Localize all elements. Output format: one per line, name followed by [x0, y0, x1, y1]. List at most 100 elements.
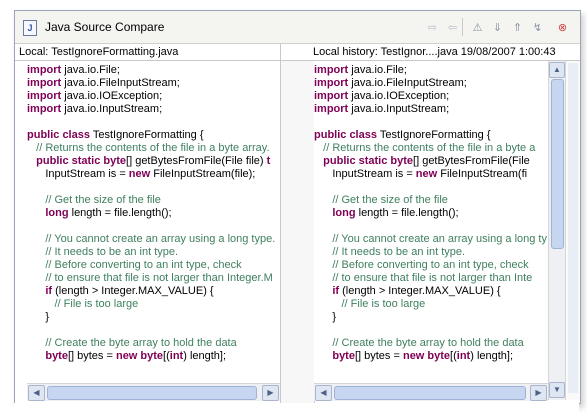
code-line[interactable]: // Get the size of the file — [314, 194, 548, 207]
code-line[interactable]: } — [314, 311, 548, 324]
next-difference-icon[interactable]: ⇓ — [488, 19, 507, 37]
code-line[interactable]: long length = file.length(); — [314, 207, 548, 220]
code-token: ) length]; — [183, 350, 227, 362]
code-line[interactable]: import java.io.FileInputStream; — [27, 77, 280, 90]
code-line[interactable]: // File is too large — [314, 298, 548, 311]
code-line[interactable]: InputStream is = new FileInputStream(fi — [314, 168, 548, 181]
scroll-right-arrow-icon[interactable]: ▶ — [262, 385, 279, 401]
code-line[interactable]: // Create the byte array to hold the dat… — [314, 337, 548, 350]
code-line[interactable] — [27, 220, 280, 233]
code-token: FileInputStream(fi — [437, 168, 528, 180]
code-comment: // Returns the contents of the file in a… — [27, 142, 270, 154]
right-scroll-thumb[interactable] — [334, 386, 526, 400]
window-title: Java Source Compare — [45, 20, 165, 34]
code-keyword: long — [45, 207, 69, 219]
code-token: [] bytes = — [67, 350, 116, 362]
code-comment: // It needs to be an int type. — [27, 246, 179, 258]
code-line[interactable]: // to ensure that file is not larger tha… — [314, 272, 548, 285]
code-line[interactable] — [27, 324, 280, 337]
code-line[interactable]: import java.io.InputStream; — [27, 103, 280, 116]
close-icon[interactable]: ⊗ — [553, 19, 572, 37]
code-line[interactable]: public static byte[] getBytesFromFile(Fi… — [314, 155, 548, 168]
code-line[interactable]: // Returns the contents of the file in a… — [27, 142, 280, 155]
code-line[interactable]: InputStream is = new FileInputStream(fil… — [27, 168, 280, 181]
difference-connector-gutter[interactable] — [280, 61, 315, 403]
header-divider — [280, 44, 281, 60]
code-keyword: new — [415, 168, 438, 180]
code-line[interactable]: // It needs to be an int type. — [314, 246, 548, 259]
vertical-scrollbar[interactable]: ▲ ▼ — [548, 61, 565, 400]
scroll-left-arrow-icon[interactable]: ◀ — [315, 385, 332, 401]
right-horizontal-scrollbar[interactable]: ◀ ▶ — [314, 383, 548, 401]
code-token: (length > Integer.MAX_VALUE) { — [52, 285, 214, 297]
code-token: } — [27, 311, 50, 323]
code-keyword: int — [456, 350, 471, 362]
code-keyword: byte — [332, 350, 355, 362]
copy-all-left-to-right-icon[interactable]: ⇨ — [423, 19, 442, 37]
code-line[interactable] — [27, 181, 280, 194]
copy-all-right-to-left-icon[interactable]: ⇦ — [443, 19, 462, 37]
vertical-scroll-thumb[interactable] — [551, 79, 564, 249]
code-line[interactable] — [314, 116, 548, 129]
java-file-icon: J — [23, 20, 37, 36]
scroll-up-arrow-icon[interactable]: ▲ — [549, 62, 565, 78]
left-code-text[interactable]: import java.io.File; import java.io.FileI… — [27, 61, 280, 363]
code-keyword: public class — [27, 129, 90, 141]
code-line[interactable]: if (length > Integer.MAX_VALUE) { — [27, 285, 280, 298]
code-line[interactable]: public class TestIgnoreFormatting { — [27, 129, 280, 142]
code-line[interactable]: public static byte[] getBytesFromFile(Fi… — [27, 155, 280, 168]
code-line[interactable]: // You cannot create an array using a lo… — [27, 233, 280, 246]
code-line[interactable]: byte[] bytes = new byte[(int) length]; — [314, 350, 548, 363]
code-line[interactable]: // Get the size of the file — [27, 194, 280, 207]
code-line[interactable]: // Create the byte array to hold the dat… — [27, 337, 280, 350]
code-line[interactable]: import java.io.FileInputStream; — [314, 77, 548, 90]
code-line[interactable]: // Before converting to an int type, che… — [27, 259, 280, 272]
code-line[interactable]: // File is too large — [27, 298, 280, 311]
code-line[interactable] — [27, 116, 280, 129]
previous-difference-icon[interactable]: ⇑ — [508, 19, 527, 37]
ignore-whitespace-icon[interactable]: ⚠ — [468, 19, 487, 37]
code-line[interactable]: byte[] bytes = new byte[(int) length]; — [27, 350, 280, 363]
code-line[interactable]: import java.io.File; — [27, 64, 280, 77]
left-code-pane[interactable]: import java.io.File; import java.io.FileI… — [27, 61, 280, 383]
scroll-down-arrow-icon[interactable]: ▼ — [549, 382, 565, 398]
code-token: TestIgnoreFormatting { — [376, 129, 491, 141]
code-line[interactable] — [314, 324, 548, 337]
right-code-text[interactable]: import java.io.File; import java.io.FileI… — [314, 61, 548, 363]
code-line[interactable]: // to ensure that file is not larger tha… — [27, 272, 280, 285]
scroll-right-arrow-icon[interactable]: ▶ — [530, 385, 547, 401]
code-comment: // File is too large — [27, 298, 139, 310]
overview-ruler[interactable] — [565, 61, 580, 400]
code-line[interactable]: public class TestIgnoreFormatting { — [314, 129, 548, 142]
code-line[interactable] — [314, 220, 548, 233]
pane-headers: Local: TestIgnoreFormatting.java Local h… — [15, 44, 580, 61]
code-token: java.io.File; — [61, 64, 120, 76]
code-keyword: int — [169, 350, 184, 362]
code-line[interactable]: // You cannot create an array using a lo… — [314, 233, 548, 246]
code-line[interactable]: // Before converting to an int type, che… — [314, 259, 548, 272]
title-bar: J Java Source Compare ⇨ ⇦ ⚠ ⇓ ⇑ ↯ ⊗ — [15, 11, 580, 44]
left-scroll-thumb[interactable] — [47, 386, 257, 400]
next-change-icon[interactable]: ↯ — [528, 19, 547, 37]
code-line[interactable]: import java.io.InputStream; — [314, 103, 548, 116]
code-token: [] bytes = — [354, 350, 403, 362]
code-comment: // Create the byte array to hold the dat… — [27, 337, 237, 349]
code-comment: // Get the size of the file — [27, 194, 161, 206]
code-keyword: import — [314, 90, 349, 102]
code-line[interactable]: if (length > Integer.MAX_VALUE) { — [314, 285, 548, 298]
code-line[interactable]: import java.io.IOException; — [314, 90, 548, 103]
left-horizontal-scrollbar[interactable]: ◀ ▶ — [27, 383, 280, 401]
code-keyword: import — [27, 77, 62, 89]
code-line[interactable]: import java.io.IOException; — [27, 90, 280, 103]
code-line[interactable]: } — [27, 311, 280, 324]
code-line[interactable]: import java.io.File; — [314, 64, 548, 77]
code-line[interactable]: // It needs to be an int type. — [27, 246, 280, 259]
scroll-left-arrow-icon[interactable]: ◀ — [28, 385, 45, 401]
code-line[interactable] — [314, 181, 548, 194]
code-line[interactable]: // Returns the contents of the file in a… — [314, 142, 548, 155]
right-code-pane[interactable]: import java.io.File; import java.io.FileI… — [314, 61, 548, 383]
code-line[interactable]: long length = file.length(); — [27, 207, 280, 220]
